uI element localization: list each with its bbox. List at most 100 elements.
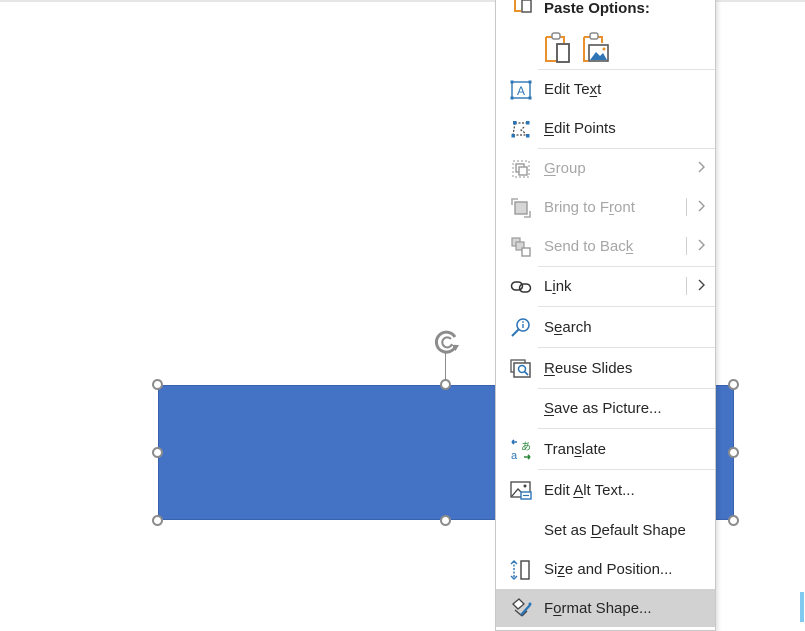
paste-options-label: Paste Options: <box>544 0 650 17</box>
label-text: efault Shape <box>601 522 686 539</box>
menu-item-edit-alt-text[interactable]: Edit Alt Text... <box>496 471 715 509</box>
menu-item-save-as-picture[interactable]: Save as Picture... <box>496 389 715 427</box>
menu-item-label: Edit Points <box>544 120 616 137</box>
menu-item-translate[interactable]: a あ Translate <box>496 430 715 468</box>
label-text: Bring to F <box>544 199 610 216</box>
paste-options-header: Paste Options: <box>496 0 715 25</box>
menu-item-label: Translate <box>544 441 606 458</box>
split-divider <box>686 237 687 255</box>
menu-item-label: Group <box>544 160 586 177</box>
menu-item-label: Reuse Slides <box>544 360 632 377</box>
label-text: Si <box>544 561 558 578</box>
label-text: Edit <box>544 482 574 499</box>
menu-item-edit-text[interactable]: A Edit Text <box>496 70 715 108</box>
search-icon <box>511 318 530 337</box>
group-icon <box>512 160 530 178</box>
resize-handle-middle-left[interactable] <box>152 447 163 458</box>
rotation-handle-icon[interactable] <box>431 326 463 358</box>
resize-handle-bottom-left[interactable] <box>152 515 163 526</box>
menu-item-format-shape[interactable]: Format Shape... <box>496 589 715 627</box>
svg-text:A: A <box>517 84 525 98</box>
label-text: late <box>581 441 606 458</box>
clipboard-paste-icon[interactable] <box>544 31 574 65</box>
resize-handle-top-left[interactable] <box>152 379 163 390</box>
accelerator-key: k <box>625 238 634 255</box>
menu-separator <box>538 428 715 429</box>
menu-item-label: Edit Text <box>544 81 601 98</box>
label-text: dit Points <box>554 120 616 137</box>
format-shape-icon <box>512 598 532 617</box>
accelerator-key: A <box>573 482 584 499</box>
size-position-icon <box>510 560 530 580</box>
accelerator-key: R <box>544 360 555 377</box>
label-text: lt Text... <box>583 482 635 499</box>
label-text: Tran <box>544 441 575 458</box>
menu-separator <box>538 347 715 348</box>
resize-handle-bottom-right[interactable] <box>728 515 739 526</box>
chevron-right-icon[interactable] <box>696 278 706 292</box>
resize-handle-middle-right[interactable] <box>728 447 739 458</box>
svg-text:あ: あ <box>521 441 531 453</box>
edit-points-icon <box>511 121 530 138</box>
send-to-back-icon <box>511 237 531 257</box>
resize-handle-top-center[interactable] <box>440 379 451 390</box>
menu-item-label: Save as Picture... <box>544 400 662 417</box>
menu-item-label: Send to Back <box>544 238 633 255</box>
menu-item-label: Edit Alt Text... <box>544 482 635 499</box>
label-text: roup <box>555 160 586 177</box>
svg-text:a: a <box>511 450 518 461</box>
accelerator-key: z <box>557 561 565 578</box>
bring-to-front-icon <box>511 198 531 218</box>
edit-text-icon: A <box>510 80 532 100</box>
chevron-right-icon[interactable] <box>696 199 706 213</box>
split-divider <box>686 198 687 216</box>
label-text: ont <box>614 199 635 216</box>
accelerator-key: S <box>544 400 555 417</box>
label-text: ave as Picture... <box>554 400 662 417</box>
accelerator-key: o <box>553 600 562 617</box>
label-text: Send to Bac <box>544 238 626 255</box>
label-text: Set as <box>544 522 591 539</box>
menu-item-send-to-back[interactable]: Send to Back <box>496 227 715 265</box>
paste-icon <box>514 0 532 13</box>
menu-item-bring-to-front[interactable]: Bring to Front <box>496 188 715 226</box>
reuse-slides-icon <box>510 359 531 378</box>
menu-item-label: Format Shape... <box>544 600 652 617</box>
accelerator-key: D <box>590 522 602 539</box>
menu-item-label: Link <box>544 278 572 295</box>
resize-handle-top-right[interactable] <box>728 379 739 390</box>
label-text: euse Slides <box>554 360 633 377</box>
alt-text-icon <box>510 481 532 500</box>
menu-item-label: Bring to Front <box>544 199 635 216</box>
label-text: rmat Shape... <box>561 600 652 617</box>
menu-item-edit-points[interactable]: Edit Points <box>496 109 715 147</box>
menu-item-set-as-default-shape[interactable]: Set as Default Shape <box>496 511 715 549</box>
label-text: S <box>544 319 555 336</box>
link-icon <box>510 281 532 293</box>
label-text: F <box>544 600 554 617</box>
accelerator-key: x <box>589 81 598 98</box>
window-edge-accent <box>800 592 804 622</box>
label-text: e and Position... <box>564 561 673 578</box>
menu-separator <box>538 469 715 470</box>
menu-item-size-and-position[interactable]: Size and Position... <box>496 550 715 588</box>
chevron-right-icon[interactable] <box>696 160 706 174</box>
menu-item-label: Size and Position... <box>544 561 672 578</box>
resize-handle-bottom-center[interactable] <box>440 515 451 526</box>
accelerator-key: s <box>574 441 582 458</box>
clipboard-picture-icon[interactable] <box>582 31 612 65</box>
menu-item-search[interactable]: Search <box>496 308 715 346</box>
menu-separator <box>538 306 715 307</box>
label-text: nk <box>555 278 572 295</box>
chevron-right-icon[interactable] <box>696 238 706 252</box>
context-menu: Paste Options: A Edit Text Edit Points Grou… <box>495 0 716 631</box>
split-divider <box>686 277 687 295</box>
label-text: Edit Te <box>544 81 590 98</box>
menu-item-link[interactable]: Link <box>496 267 715 305</box>
menu-item-group[interactable]: Group <box>496 149 715 187</box>
menu-item-label: Search <box>544 319 592 336</box>
accelerator-key: G <box>544 160 556 177</box>
accelerator-key: E <box>544 120 555 137</box>
menu-item-reuse-slides[interactable]: Reuse Slides <box>496 349 715 387</box>
label-text: arch <box>562 319 592 336</box>
